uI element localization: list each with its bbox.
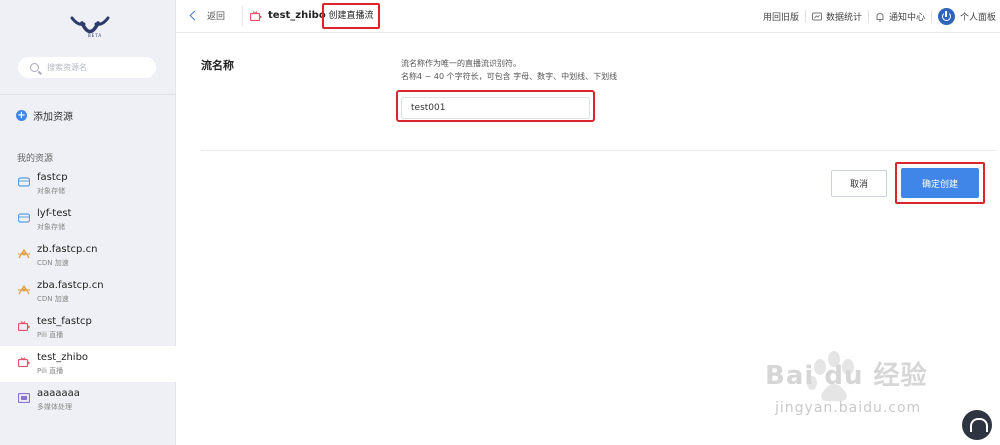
sidebar-item-type: 对象存储 bbox=[37, 187, 65, 195]
sidebar-item-name: test_fastcp bbox=[37, 316, 92, 327]
section-title: 我的资源 bbox=[17, 154, 54, 164]
stats-link[interactable]: 数据统计 bbox=[806, 10, 868, 23]
search-input[interactable] bbox=[47, 63, 147, 72]
notifications-link[interactable]: 通知中心 bbox=[869, 10, 931, 23]
sidebar-item-lyf-test[interactable]: lyf-test 对象存储 bbox=[0, 202, 176, 238]
sidebar-item-zba.fastcp.cn[interactable]: zba.fastcp.cn CDN 加速 bbox=[0, 274, 176, 310]
live-icon bbox=[18, 321, 30, 331]
stats-label: 数据统计 bbox=[825, 13, 862, 23]
hint-text-1: 流名称作为唯一的直播流识别符。 bbox=[401, 59, 521, 68]
sidebar-item-name: test_zhibo bbox=[37, 352, 89, 363]
sidebar-item-name: lyf-test bbox=[37, 208, 72, 219]
chart-icon bbox=[811, 12, 822, 20]
watermark-url: jingyan.baidu.com bbox=[775, 400, 922, 416]
storage-icon bbox=[18, 213, 30, 223]
add-resource-label: 添加资源 bbox=[33, 112, 73, 123]
form-divider bbox=[201, 150, 997, 151]
sidebar-item-type: Pili 直播 bbox=[37, 367, 64, 375]
back-button[interactable]: 返回 bbox=[189, 9, 226, 22]
hint-text-2: 名称4 ~ 40 个字符长，可包含 字母、数字、中划线、下划线 bbox=[401, 72, 618, 81]
sidebar-item-name: fastcp bbox=[37, 172, 68, 183]
sidebar-item-zb.fastcp.cn[interactable]: zb.fastcp.cn CDN 加速 bbox=[0, 238, 176, 274]
confirm-button-highlight: 确定创建 bbox=[895, 162, 985, 204]
sidebar-item-name: zba.fastcp.cn bbox=[37, 280, 104, 291]
support-headset-button[interactable] bbox=[962, 410, 992, 440]
logo-text: BETA bbox=[88, 33, 103, 38]
media-icon bbox=[18, 393, 30, 403]
header-links: 用回旧版 数据统计 通知中心 个人面板 bbox=[757, 0, 1000, 33]
cancel-button[interactable]: 取消 bbox=[831, 170, 887, 197]
sidebar-item-type: CDN 加速 bbox=[37, 295, 69, 303]
live-icon bbox=[250, 11, 262, 21]
resource-name[interactable]: test_zhibo bbox=[268, 10, 326, 21]
cdn-icon bbox=[18, 285, 30, 295]
sidebar-item-type: CDN 加速 bbox=[37, 259, 69, 267]
profile-label: 个人面板 bbox=[959, 13, 996, 23]
page-title: 创建直播流 bbox=[322, 3, 380, 29]
sidebar-item-type: Pili 直播 bbox=[37, 331, 64, 339]
header-divider bbox=[242, 6, 243, 26]
stream-name-label: 流名称 bbox=[201, 59, 234, 72]
power-icon bbox=[937, 8, 955, 25]
old-version-link[interactable]: 用回旧版 bbox=[757, 10, 805, 23]
confirm-create-button[interactable]: 确定创建 bbox=[901, 168, 979, 198]
sidebar-item-test_zhibo[interactable]: test_zhibo Pili 直播 bbox=[0, 346, 176, 382]
app-window: BETA + 添加资源 我的资源 fastcp 对象存储 lyf-test 对象存储 z… bbox=[0, 0, 1000, 445]
cdn-icon bbox=[18, 249, 30, 259]
sidebar-item-name: aaaaaaa bbox=[37, 388, 80, 399]
search-box[interactable] bbox=[18, 57, 156, 78]
notifications-label: 通知中心 bbox=[888, 13, 925, 23]
sidebar-divider bbox=[0, 94, 176, 95]
sidebar-item-aaaaaaa[interactable]: aaaaaaa 多媒体处理 bbox=[0, 382, 176, 418]
chevron-left-icon bbox=[189, 10, 200, 21]
profile-link[interactable]: 个人面板 bbox=[932, 8, 1000, 25]
old-version-label: 用回旧版 bbox=[762, 13, 799, 23]
sidebar-item-test_fastcp[interactable]: test_fastcp Pili 直播 bbox=[0, 310, 176, 346]
add-resource-button[interactable]: + 添加资源 bbox=[16, 108, 73, 123]
storage-icon bbox=[18, 177, 30, 187]
plus-icon: + bbox=[16, 110, 27, 121]
search-icon bbox=[30, 63, 39, 72]
stream-name-input[interactable] bbox=[401, 97, 590, 119]
sidebar-item-fastcp[interactable]: fastcp 对象存储 bbox=[0, 166, 176, 202]
back-label: 返回 bbox=[207, 12, 226, 22]
sidebar-item-type: 多媒体处理 bbox=[37, 403, 72, 411]
live-icon bbox=[18, 357, 30, 367]
top-header: 返回 test_zhibo 创建直播流 用回旧版 数据统计 通知中心 个人面板 bbox=[176, 0, 1000, 33]
sidebar-item-type: 对象存储 bbox=[37, 223, 65, 231]
watermark-brand: Bai du 经验 bbox=[765, 361, 928, 391]
stream-name-field-highlight bbox=[396, 90, 595, 122]
bell-icon bbox=[876, 12, 884, 21]
sidebar: BETA + 添加资源 我的资源 fastcp 对象存储 lyf-test 对象存储 z… bbox=[0, 0, 176, 445]
sidebar-item-name: zb.fastcp.cn bbox=[37, 244, 98, 255]
